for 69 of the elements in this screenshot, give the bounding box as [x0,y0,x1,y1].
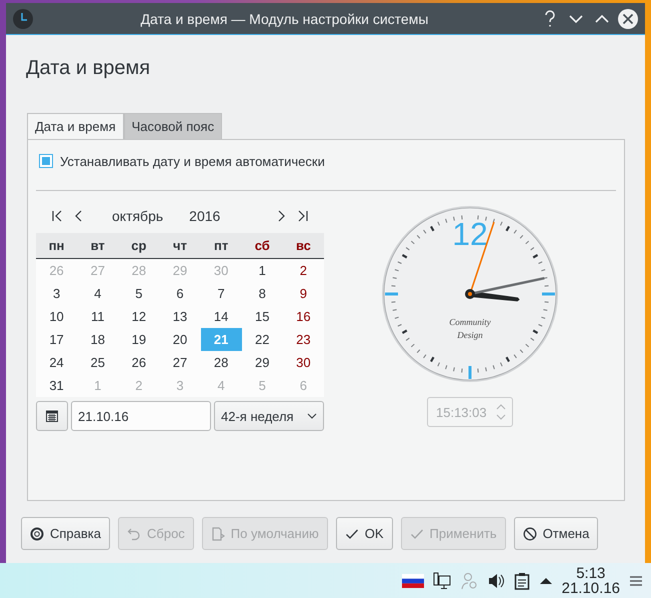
tab[interactable]: Часовой пояс [124,113,222,139]
calendar-day[interactable]: 27 [159,351,201,374]
weekday-header: пн [36,233,78,259]
calendar-day[interactable]: 9 [282,282,324,305]
weekday-header: ср [118,233,160,259]
calendar-day[interactable]: 18 [77,328,118,351]
undo-icon [127,526,141,540]
calendar-day[interactable]: 7 [200,282,242,305]
calendar-day[interactable]: 2 [282,259,324,282]
calendar-day[interactable]: 25 [77,351,118,374]
calendar-day[interactable]: 10 [36,305,78,328]
weekday-header: пт [200,233,242,259]
calendar-day[interactable]: 31 [36,374,78,397]
clock-brand-line: Community [449,317,491,327]
year-selector[interactable]: 2016 [189,208,220,224]
week-dropdown[interactable]: 42-я неделя [214,401,324,431]
weekday-header: чт [159,233,201,259]
clock-app-icon [12,8,34,30]
calendar-day[interactable]: 19 [118,328,160,351]
weekday-header: вс [282,233,324,259]
calendar-day[interactable]: 11 [77,305,118,328]
caret-icon [307,413,317,419]
calendar-day[interactable]: 16 [282,305,324,328]
calendar-day[interactable]: 24 [36,351,78,374]
network-icon[interactable] [432,572,451,590]
tab[interactable]: Дата и время [27,113,124,139]
window-title: Дата и время — Модуль настройки системы [140,10,430,26]
calendar-day[interactable]: 14 [200,305,242,328]
calendar-day[interactable]: 17 [36,328,78,351]
weekday-header: вт [77,233,118,259]
checkbox[interactable] [39,154,53,168]
calendar-button[interactable] [36,401,68,431]
calendar-day[interactable]: 13 [159,305,201,328]
calendar-day[interactable]: 3 [36,282,78,305]
checkbox-label: Устанавливать дату и время автоматически [60,154,325,168]
clock-brand-line: Design [457,330,483,340]
calendar-icon [46,410,58,422]
cancel-icon [522,526,537,540]
calendar-day[interactable]: 8 [242,282,283,305]
page-heading: Дата и время [26,57,152,81]
weekday-header: сб [242,233,283,259]
dialog-button[interactable]: Отмена [514,517,598,550]
expand-tray-icon[interactable] [538,576,553,586]
dialog-button[interactable]: OK [336,517,393,550]
flag-icon[interactable] [402,574,424,588]
month-selector[interactable]: октябрь [112,208,164,224]
calendar-day[interactable]: 20 [159,328,201,351]
menu-icon[interactable] [629,574,643,586]
date-field[interactable]: 21.10.16 [71,401,211,431]
calendar-day[interactable]: 5 [118,282,160,305]
calendar-day[interactable]: 22 [242,328,283,351]
clipboard-icon[interactable] [514,572,530,590]
volume-icon[interactable] [486,572,505,590]
calendar-day[interactable]: 26 [118,351,160,374]
calendar-day[interactable]: 30 [282,351,324,374]
calendar-day[interactable]: 4 [77,282,118,305]
dialog-button[interactable]: Справка [21,517,110,550]
calendar-day[interactable]: 12 [118,305,160,328]
calendar-day[interactable]: 29 [242,351,283,374]
taskbar-clock[interactable]: 5:13 21.10.16 [562,566,620,596]
document-icon [210,526,225,540]
lifebuoy-icon [30,526,44,540]
calendar-day[interactable]: 6 [159,282,201,305]
clock-numeral: 12 [452,216,488,252]
calendar-day[interactable]: 15 [242,305,283,328]
calendar-day[interactable]: 28 [200,351,242,374]
calendar-day[interactable]: 23 [282,328,324,351]
close-icon[interactable] [617,8,639,30]
calendar-day[interactable]: 1 [242,259,283,282]
